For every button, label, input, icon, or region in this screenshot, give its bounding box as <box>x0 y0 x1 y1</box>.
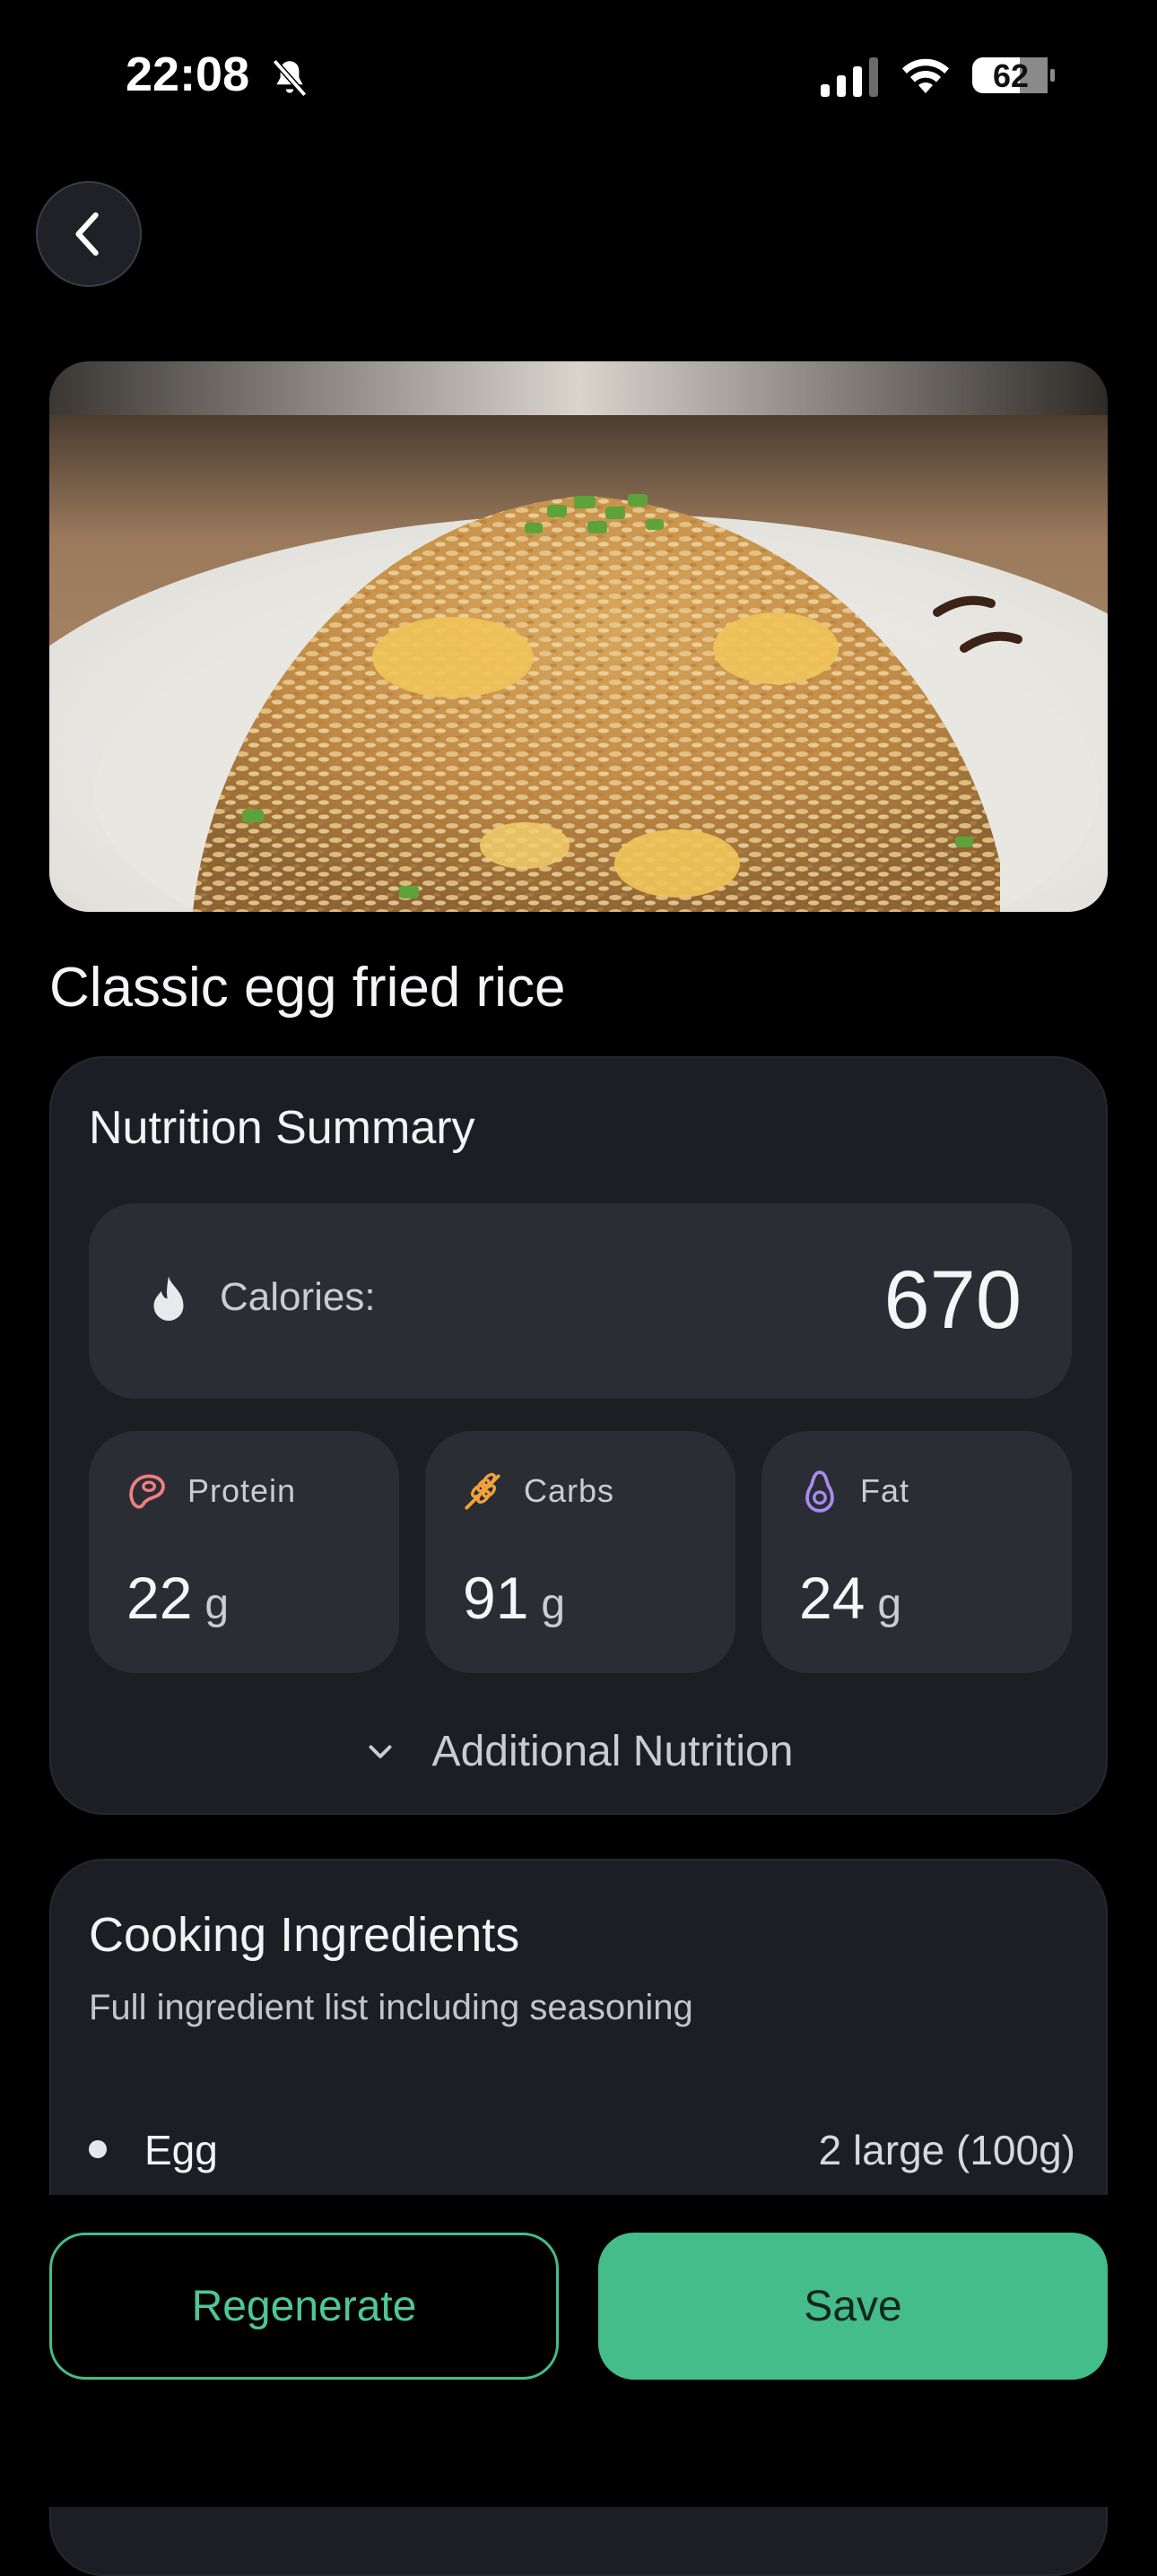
dish-photo <box>49 361 1108 912</box>
wheat-icon <box>465 1472 500 1510</box>
chevron-down-icon <box>369 1745 391 1758</box>
macro-protein: Protein 22 g <box>89 1431 399 1673</box>
macro-fat: Fat 24 g <box>761 1431 1072 1673</box>
macro-carbs-amount: 91 <box>463 1565 529 1631</box>
macro-carbs-label: Carbs <box>524 1472 615 1509</box>
cellular-signal-icon <box>821 57 878 97</box>
ingredients-subtitle: Full ingredient list including seasoning <box>89 1988 693 2027</box>
bell-slash-icon <box>272 59 308 97</box>
status-time: 22:08 <box>126 48 250 101</box>
macro-protein-value: 22 g <box>126 1564 229 1632</box>
nutrition-summary-card: Nutrition Summary Calories: 670 Protein … <box>49 1056 1108 1815</box>
macro-fat-label: Fat <box>860 1472 910 1509</box>
back-button[interactable] <box>36 181 142 287</box>
steak-icon <box>129 1474 165 1509</box>
regenerate-button[interactable]: Regenerate <box>49 2233 559 2380</box>
calories-box: Calories: 670 <box>89 1203 1072 1399</box>
nutrition-summary-title: Nutrition Summary <box>89 1102 475 1154</box>
battery-icon: 62 <box>970 54 1057 97</box>
additional-nutrition-toggle[interactable]: Additional Nutrition <box>51 1720 1106 1782</box>
ingredient-name: Egg <box>144 2127 218 2173</box>
macro-fat-value: 24 g <box>799 1564 901 1632</box>
macro-protein-unit: g <box>204 1581 230 1628</box>
dish-title: Classic egg fried rice <box>49 957 566 1019</box>
bullet-icon <box>89 2140 107 2158</box>
chevron-left-icon <box>75 212 99 256</box>
calories-label: Calories: <box>220 1275 376 1319</box>
avocado-icon <box>805 1470 834 1513</box>
ingredient-amount: 2 large (100g) <box>818 2127 1075 2173</box>
additional-nutrition-label: Additional Nutrition <box>431 1727 794 1775</box>
macro-fat-amount: 24 <box>799 1565 866 1631</box>
calories-value: 670 <box>883 1254 1022 1346</box>
wifi-icon <box>902 58 949 93</box>
macro-fat-unit: g <box>877 1581 902 1628</box>
save-button-label: Save <box>804 2282 902 2330</box>
list-item: Egg 2 large (100g) <box>89 2122 1075 2176</box>
macro-carbs-value: 91 g <box>463 1564 565 1632</box>
macro-carbs: Carbs 91 g <box>425 1431 735 1673</box>
macro-carbs-unit: g <box>541 1581 566 1628</box>
regenerate-button-label: Regenerate <box>191 2282 417 2330</box>
macro-protein-label: Protein <box>187 1472 297 1509</box>
bottom-action-bar: Regenerate Save <box>0 2195 1157 2507</box>
macro-protein-amount: 22 <box>126 1565 193 1631</box>
status-bar: 22:08 62 <box>0 0 1157 152</box>
battery-level: 62 <box>992 57 1030 94</box>
save-button[interactable]: Save <box>598 2233 1108 2380</box>
flame-icon <box>153 1276 184 1321</box>
ingredients-title: Cooking Ingredients <box>89 1908 520 1962</box>
